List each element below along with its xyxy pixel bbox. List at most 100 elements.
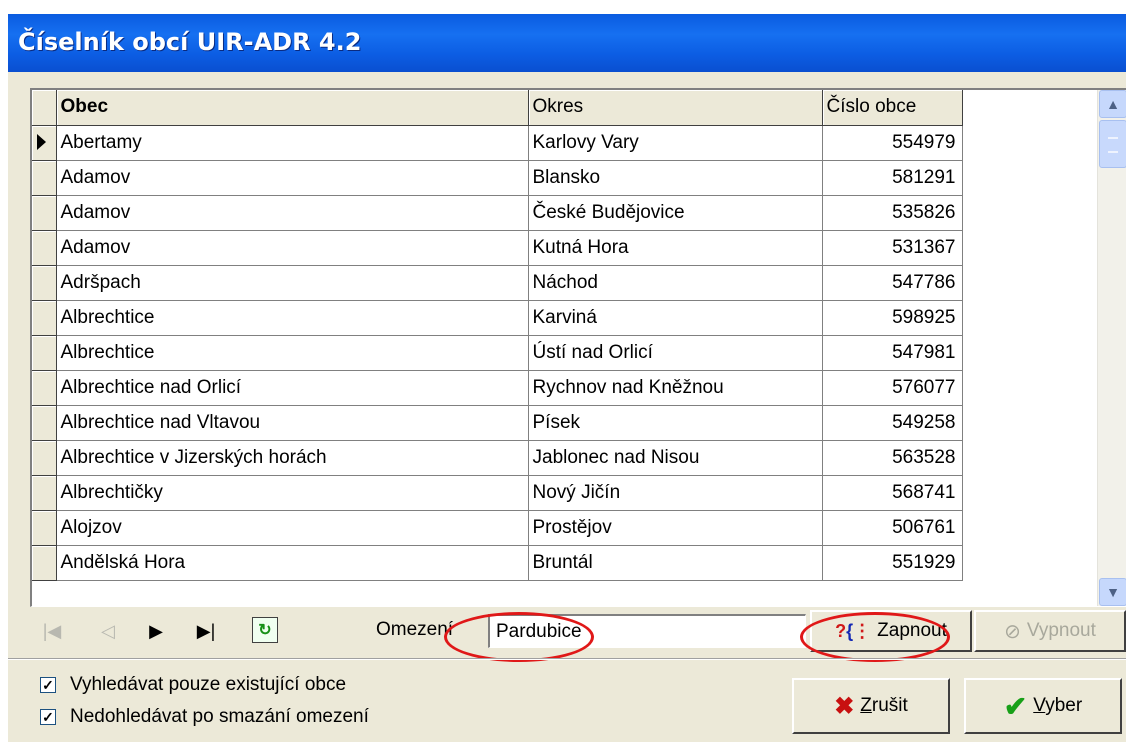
row-indicator[interactable] <box>32 405 57 441</box>
cell-cislo[interactable]: 598925 <box>822 300 963 336</box>
cell-cislo[interactable]: 576077 <box>822 370 963 406</box>
cell-cislo[interactable]: 531367 <box>822 230 963 266</box>
column-header-cislo[interactable]: Číslo obce <box>822 90 963 126</box>
cell-okres[interactable]: Karlovy Vary <box>528 125 823 161</box>
cell-okres[interactable]: Prostějov <box>528 510 823 546</box>
row-indicator[interactable] <box>32 475 57 511</box>
cell-obec[interactable]: Albrechtice <box>56 300 529 336</box>
cell-obec[interactable]: Andělská Hora <box>56 545 529 581</box>
table-row[interactable]: Albrechtičky Nový Jičín 568741 <box>32 475 963 511</box>
filter-input[interactable] <box>488 614 806 648</box>
row-indicator[interactable] <box>32 440 57 476</box>
cell-cislo[interactable]: 549258 <box>822 405 963 441</box>
row-indicator[interactable] <box>32 265 57 301</box>
table-row[interactable]: Albrechtice nad Orlicí Rychnov nad Kněžno… <box>32 370 963 406</box>
filter-on-button[interactable]: ?{⋮ Zapnout <box>810 610 972 652</box>
cell-obec[interactable]: Albrechtice nad Orlicí <box>56 370 529 406</box>
cell-obec[interactable]: Adamov <box>56 160 529 196</box>
scroll-thumb[interactable] <box>1099 120 1126 168</box>
cell-obec[interactable]: Albrechtičky <box>56 475 529 511</box>
red-x-icon: ✖ <box>834 692 855 720</box>
cell-okres[interactable]: Náchod <box>528 265 823 301</box>
cell-obec[interactable]: Alojzov <box>56 510 529 546</box>
filter-off-label: Vypnout <box>1026 620 1096 641</box>
row-indicator[interactable] <box>32 545 57 581</box>
table-row[interactable]: Adamov České Budějovice 535826 <box>32 195 963 231</box>
table-row[interactable]: Andělská Hora Bruntál 551929 <box>32 545 963 581</box>
current-row-arrow-icon <box>37 134 46 151</box>
cell-obec[interactable]: Adršpach <box>56 265 529 301</box>
last-record-icon[interactable]: ▶| <box>190 617 222 645</box>
row-indicator[interactable] <box>32 510 57 546</box>
filter-label: Omezení <box>376 619 454 640</box>
municipality-grid[interactable]: Obec Okres Číslo obce Abertamy Karlovy Va… <box>30 88 1126 607</box>
table-row[interactable]: Albrechtice Karviná 598925 <box>32 300 963 336</box>
cell-okres[interactable]: České Budějovice <box>528 195 823 231</box>
cell-cislo[interactable]: 554979 <box>822 125 963 161</box>
cell-okres[interactable]: Jablonec nad Nisou <box>528 440 823 476</box>
cell-okres[interactable]: Rychnov nad Kněžnou <box>528 370 823 406</box>
cell-cislo[interactable]: 547981 <box>822 335 963 371</box>
row-indicator[interactable] <box>32 230 57 266</box>
next-record-icon[interactable]: ▶ <box>140 617 172 645</box>
cell-okres[interactable]: Ústí nad Orlicí <box>528 335 823 371</box>
filter-on-label: Zapnout <box>877 620 947 641</box>
cell-okres[interactable]: Písek <box>528 405 823 441</box>
table-row[interactable]: Albrechtice v Jizerských horách Jablonec … <box>32 440 963 476</box>
row-indicator[interactable] <box>32 195 57 231</box>
option-no-search-after-clear[interactable]: ✓ Nedohledávat po smazání omezení <box>40 706 369 728</box>
row-indicator[interactable] <box>32 335 57 371</box>
window-title: Číselník obcí UIR-ADR 4.2 <box>18 28 362 56</box>
cell-cislo[interactable]: 568741 <box>822 475 963 511</box>
dialog-window: Číselník obcí UIR-ADR 4.2 Obec Okres Čís… <box>8 14 1126 742</box>
option-no-search-after-clear-label: Nedohledávat po smazání omezení <box>70 706 369 727</box>
table-row[interactable]: Adamov Kutná Hora 531367 <box>32 230 963 266</box>
cell-obec[interactable]: Adamov <box>56 230 529 266</box>
divider <box>8 658 1126 660</box>
option-only-existing[interactable]: ✓ Vyhledávat pouze existující obce <box>40 674 346 696</box>
prior-record-icon[interactable]: ◁ <box>92 617 124 645</box>
checkbox-only-existing[interactable]: ✓ <box>40 677 56 693</box>
cell-okres[interactable]: Bruntál <box>528 545 823 581</box>
cell-obec[interactable]: Adamov <box>56 195 529 231</box>
cell-cislo[interactable]: 547786 <box>822 265 963 301</box>
table-row[interactable]: Adamov Blansko 581291 <box>32 160 963 196</box>
cell-okres[interactable]: Blansko <box>528 160 823 196</box>
cell-cislo[interactable]: 506761 <box>822 510 963 546</box>
cell-cislo[interactable]: 551929 <box>822 545 963 581</box>
select-button[interactable]: ✔ Vyber <box>964 678 1122 734</box>
filter-off-button[interactable]: ⊘ Vypnout <box>974 610 1126 652</box>
cell-okres[interactable]: Kutná Hora <box>528 230 823 266</box>
cell-obec[interactable]: Albrechtice <box>56 335 529 371</box>
row-indicator[interactable] <box>32 160 57 196</box>
cell-obec[interactable]: Albrechtice nad Vltavou <box>56 405 529 441</box>
navigator-bar: |◀ ◁ ▶ ▶| ↻ Omezení ?{⋮ Zapnout ⊘ Vypnou… <box>30 608 1126 654</box>
cancel-button[interactable]: ✖ Zrušit <box>792 678 950 734</box>
table-row[interactable]: Adršpach Náchod 547786 <box>32 265 963 301</box>
grid-header-row: Obec Okres Číslo obce <box>32 90 963 126</box>
cell-cislo[interactable]: 581291 <box>822 160 963 196</box>
refresh-icon[interactable]: ↻ <box>252 617 278 643</box>
first-record-icon[interactable]: |◀ <box>36 617 68 645</box>
row-indicator[interactable] <box>32 300 57 336</box>
table-row[interactable]: Alojzov Prostějov 506761 <box>32 510 963 546</box>
column-header-okres[interactable]: Okres <box>528 90 823 126</box>
title-bar[interactable]: Číselník obcí UIR-ADR 4.2 <box>8 14 1126 72</box>
cell-cislo[interactable]: 563528 <box>822 440 963 476</box>
cell-okres[interactable]: Nový Jičín <box>528 475 823 511</box>
cell-okres[interactable]: Karviná <box>528 300 823 336</box>
scroll-down-icon[interactable]: ▼ <box>1099 578 1126 606</box>
table-row[interactable]: Abertamy Karlovy Vary 554979 <box>32 125 963 161</box>
vertical-scrollbar[interactable]: ▲ ▼ <box>1097 90 1126 606</box>
column-header-obec[interactable]: Obec <box>56 90 529 126</box>
table-row[interactable]: Albrechtice Ústí nad Orlicí 547981 <box>32 335 963 371</box>
cell-obec[interactable]: Abertamy <box>56 125 529 161</box>
scroll-up-icon[interactable]: ▲ <box>1099 90 1126 118</box>
row-indicator[interactable] <box>32 125 57 161</box>
cell-obec[interactable]: Albrechtice v Jizerských horách <box>56 440 529 476</box>
checkbox-no-search-after-clear[interactable]: ✓ <box>40 709 56 725</box>
table-row[interactable]: Albrechtice nad Vltavou Písek 549258 <box>32 405 963 441</box>
row-indicator[interactable] <box>32 370 57 406</box>
cell-cislo[interactable]: 535826 <box>822 195 963 231</box>
cancel-label: Zrušit <box>860 695 908 716</box>
